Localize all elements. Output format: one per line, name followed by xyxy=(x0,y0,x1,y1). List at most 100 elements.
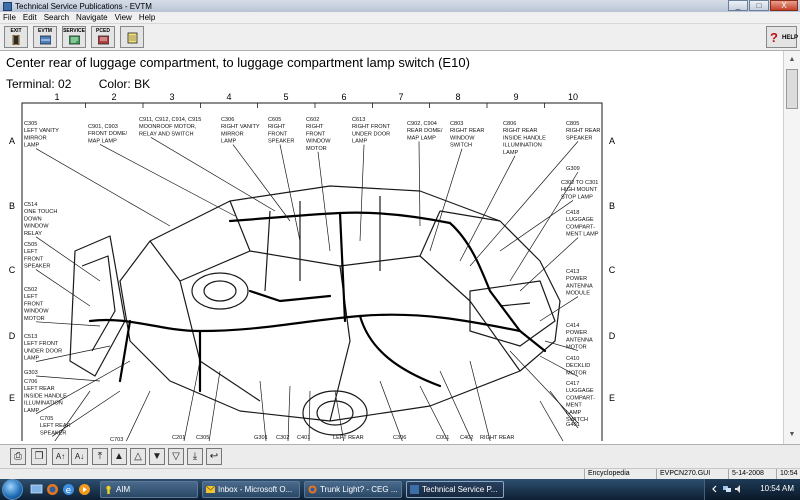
menu-navigate[interactable]: Navigate xyxy=(76,13,108,22)
help-button[interactable]: ? HELP xyxy=(766,26,799,48)
copy-icon[interactable]: ❐ xyxy=(31,448,47,465)
callout-line: C703 xyxy=(110,437,123,441)
volume-icon[interactable] xyxy=(735,485,743,493)
row-labels-left: A B C D E xyxy=(9,136,16,403)
zoom-in-icon[interactable]: A↑ xyxy=(52,448,69,465)
callout-line: C418 xyxy=(566,210,579,216)
callout-leader xyxy=(232,144,291,222)
callout-line: RIGHT FRONT xyxy=(352,124,391,130)
callout-line: C901, C903 xyxy=(88,124,118,130)
exit-button[interactable]: EXIT xyxy=(4,26,28,48)
scroll-up-arrow-icon[interactable]: ▲ xyxy=(786,53,798,67)
system-tray: 10:54 AM xyxy=(704,479,800,500)
pced-button[interactable]: PCED xyxy=(91,26,115,48)
back-icon[interactable]: ↩ xyxy=(206,448,222,465)
component-location-diagram[interactable]: 1 2 3 4 5 6 7 8 9 10 ABCDE ABCDE C305LEF… xyxy=(0,91,783,441)
row-label: C xyxy=(609,265,616,275)
menu-file[interactable]: File xyxy=(3,13,16,22)
terminal-info: Terminal: 02 Color: BK xyxy=(6,77,150,91)
title-bar[interactable]: Technical Service Publications - EVTM _ … xyxy=(0,0,800,12)
callout-line: MOTOR xyxy=(306,146,327,152)
callout-line: C410 xyxy=(566,356,579,362)
callout-line: HIGH MOUNT xyxy=(561,187,598,193)
callout-line: LAMP xyxy=(24,356,40,362)
wire-color-label: Color: BK xyxy=(98,77,151,91)
callout-line: ILLUMINATION xyxy=(503,143,542,149)
media-player-icon[interactable] xyxy=(78,483,91,496)
status-bar: Encyclopedia EVPCN270.GUI 5-14-2008 10:5… xyxy=(0,468,800,480)
internet-explorer-icon[interactable]: e xyxy=(62,483,75,496)
callout-line: C305 xyxy=(196,435,209,441)
taskbar-item-evtm[interactable]: Technical Service P... xyxy=(406,481,504,498)
network-icon[interactable] xyxy=(723,485,731,493)
next-page-icon[interactable]: ▼ xyxy=(149,448,165,465)
callout-label: C803RIGHT REARWINDOW SWITCH xyxy=(450,121,484,149)
callout-label: C201 xyxy=(172,435,185,441)
taskbar-item-label: Inbox - Microsoft O... xyxy=(218,485,293,494)
callout-label: C703LEFT REAR xyxy=(110,437,123,441)
callout-label: C514ONE TOUCHDOWN WINDOWRELAY xyxy=(24,202,57,237)
circuit-description: Center rear of luggage compartment, to l… xyxy=(6,55,470,70)
service-button[interactable]: SERVICE xyxy=(62,26,86,48)
page-down-icon[interactable]: ▽ xyxy=(168,448,184,465)
menu-view[interactable]: View xyxy=(115,13,132,22)
menu-edit[interactable]: Edit xyxy=(23,13,37,22)
wiring-harness xyxy=(88,211,547,393)
callout-line: LUGGAGE xyxy=(566,217,594,223)
vertical-scrollbar[interactable]: ▲ ▼ xyxy=(783,51,800,444)
callout-line: INSIDE HANDLE xyxy=(24,393,67,399)
close-button[interactable]: X xyxy=(770,0,798,11)
evtm-button[interactable]: EVTM xyxy=(33,26,57,48)
callout-line: SPEAKER xyxy=(268,139,294,145)
print-icon[interactable]: ⎙ xyxy=(10,448,26,465)
taskbar-item-outlook[interactable]: Inbox - Microsoft O... xyxy=(202,481,300,498)
callout-line: C302 TO C301 xyxy=(561,180,598,186)
callout-leader xyxy=(183,360,201,441)
taskbar-item-aim[interactable]: AIM xyxy=(100,481,198,498)
minimize-button[interactable]: _ xyxy=(728,0,748,11)
callout-line: MOTOR xyxy=(566,345,587,351)
callout-label: C401 xyxy=(297,435,310,441)
callout-label: C613RIGHT FRONTUNDER DOOR LAMP xyxy=(352,117,391,145)
callout-leader xyxy=(317,151,331,252)
start-button[interactable] xyxy=(2,479,23,500)
document-view[interactable]: Center rear of luggage compartment, to l… xyxy=(0,51,800,444)
callout-line: COMPART- xyxy=(566,395,595,401)
callout-line: LEFT xyxy=(24,294,38,300)
callout-line: ONE TOUCH xyxy=(24,209,57,215)
callout-line: UNDER DOOR xyxy=(24,348,62,354)
help-button-label: HELP xyxy=(782,35,799,41)
callout-label: C505LEFTFRONT SPEAKER xyxy=(24,242,50,270)
svg-text:e: e xyxy=(66,486,72,496)
firefox-icon[interactable] xyxy=(46,483,59,496)
callout-label: C306RIGHT VANITYMIRROR LAMP xyxy=(221,117,260,145)
previous-page-icon[interactable]: ▲ xyxy=(111,448,127,465)
callout-line: WINDOW xyxy=(24,224,49,230)
last-page-icon[interactable]: ⤓ xyxy=(187,448,203,465)
row-label: E xyxy=(609,393,615,403)
notes-button[interactable] xyxy=(120,26,144,48)
maximize-button[interactable]: □ xyxy=(749,0,769,11)
callout-line: LUGGAGE xyxy=(566,388,594,394)
menu-search[interactable]: Search xyxy=(44,13,69,22)
callout-label: G301 xyxy=(254,435,268,441)
callout-line: C305 xyxy=(24,121,37,127)
callout-line: WINDOW xyxy=(24,309,49,315)
callout-label: C413POWERANTENNA MODULE xyxy=(566,269,593,297)
taskbar-clock[interactable]: 10:54 AM xyxy=(760,484,794,493)
callout-line: MENT xyxy=(566,403,582,409)
callout-line: LEFT REAR xyxy=(24,386,55,392)
callout-line: ILLUMINATION xyxy=(24,401,63,407)
callout-line: C613 xyxy=(352,117,365,123)
show-desktop-icon[interactable] xyxy=(30,483,43,496)
menu-help[interactable]: Help xyxy=(139,13,155,22)
first-page-icon[interactable]: ⤒ xyxy=(92,448,108,465)
callout-label: G309 xyxy=(566,166,580,172)
scroll-thumb[interactable] xyxy=(786,69,798,109)
page-up-icon[interactable]: △ xyxy=(130,448,146,465)
zoom-out-icon[interactable]: A↓ xyxy=(71,448,88,465)
scroll-down-arrow-icon[interactable]: ▼ xyxy=(786,428,798,442)
taskbar-item-browser[interactable]: Trunk Light? - CEG ... xyxy=(304,481,402,498)
callout-leader xyxy=(287,385,291,441)
tray-chevron-icon[interactable] xyxy=(711,485,719,493)
